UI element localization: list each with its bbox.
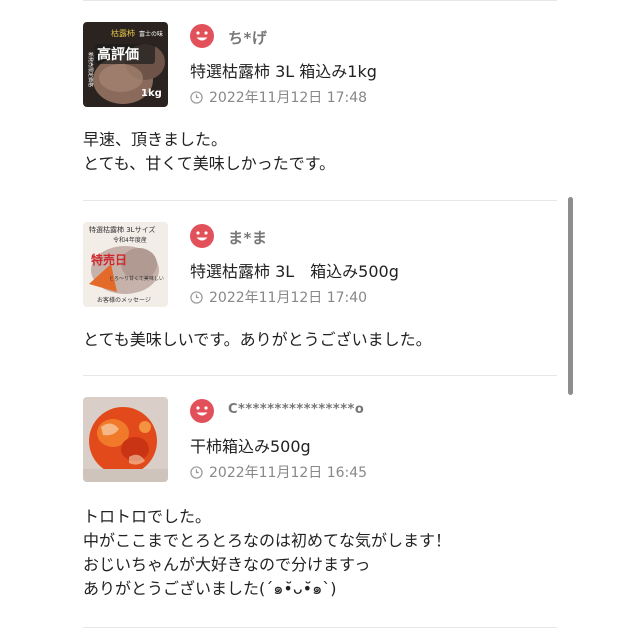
product-thumbnail[interactable]: 特選枯露柿 3Lサイズ 令和4年度産 特売日 とろ〜り甘くて美味しい お客様のメ…: [83, 222, 168, 307]
thumb-text-year: 令和4年度産: [113, 236, 147, 244]
review-date: 2022年11月12日 17:48: [190, 87, 367, 107]
product-thumbnail[interactable]: [83, 397, 168, 482]
thumb-text-main: 高評価: [97, 46, 139, 63]
review-comment: トロトロでした。 中がここまでとろとろなのは初めてな気がします！ おじいちゃんが…: [83, 507, 452, 598]
divider-top: [83, 0, 557, 1]
clock-icon: [190, 465, 203, 479]
thumb-text-main: 特売日: [91, 252, 127, 267]
review-comment: 早速、頂きました。 とても、甘くて美味しかったです。: [83, 130, 336, 173]
reviewer-name: ち*げ: [228, 29, 268, 47]
review-item: C****************o 干柿箱込み500g 2022年11月12日…: [83, 395, 557, 640]
product-thumbnail[interactable]: 枯露柿 富士の味 高評価 新発売限定価格 1kg: [83, 22, 168, 107]
thumb-text-bottom: お客様のメッセージ: [97, 296, 151, 304]
scrollbar-thumb[interactable]: [568, 197, 573, 395]
thumb-text-weight: 1kg: [141, 88, 162, 99]
product-name[interactable]: 干柿箱込み500g: [190, 433, 311, 457]
review-date-text: 2022年11月12日 17:48: [209, 90, 368, 106]
clock-icon: [190, 290, 203, 304]
divider: [83, 200, 557, 201]
product-name[interactable]: 特選枯露柿 3L 箱込み1kg: [190, 58, 377, 82]
divider: [83, 375, 557, 376]
review-date-text: 2022年11月12日 16:45: [209, 465, 368, 481]
reviewer-name: C****************o: [228, 402, 365, 417]
review-comment: とても美味しいです。ありがとうございました。: [83, 330, 432, 349]
smiley-face-icon: [190, 399, 214, 423]
review-item: 枯露柿 富士の味 高評価 新発売限定価格 1kg ち*げ 特選枯露柿 3L 箱込…: [83, 20, 557, 200]
review-date: 2022年11月12日 17:40: [190, 287, 367, 307]
reviewer-name: ま*ま: [228, 229, 268, 247]
thumb-text-left: 新発売限定価格: [87, 52, 94, 87]
product-name[interactable]: 特選枯露柿 3L 箱込み500g: [190, 258, 399, 282]
clock-icon: [190, 90, 203, 104]
smiley-face-icon: [190, 224, 214, 248]
review-item: 特選枯露柿 3Lサイズ 令和4年度産 特売日 とろ〜り甘くて美味しい お客様のメ…: [83, 220, 557, 375]
smiley-face-icon: [190, 24, 214, 48]
review-date: 2022年11月12日 16:45: [190, 462, 367, 482]
review-date-text: 2022年11月12日 17:40: [209, 290, 368, 306]
thumb-text-mid: とろ〜り甘くて美味しい: [109, 275, 164, 282]
thumb-text-side: 富士の味: [139, 30, 163, 38]
thumb-text-top: 枯露柿: [111, 28, 135, 38]
divider: [83, 627, 557, 628]
thumb-text-top: 特選枯露柿 3Lサイズ: [89, 225, 155, 234]
